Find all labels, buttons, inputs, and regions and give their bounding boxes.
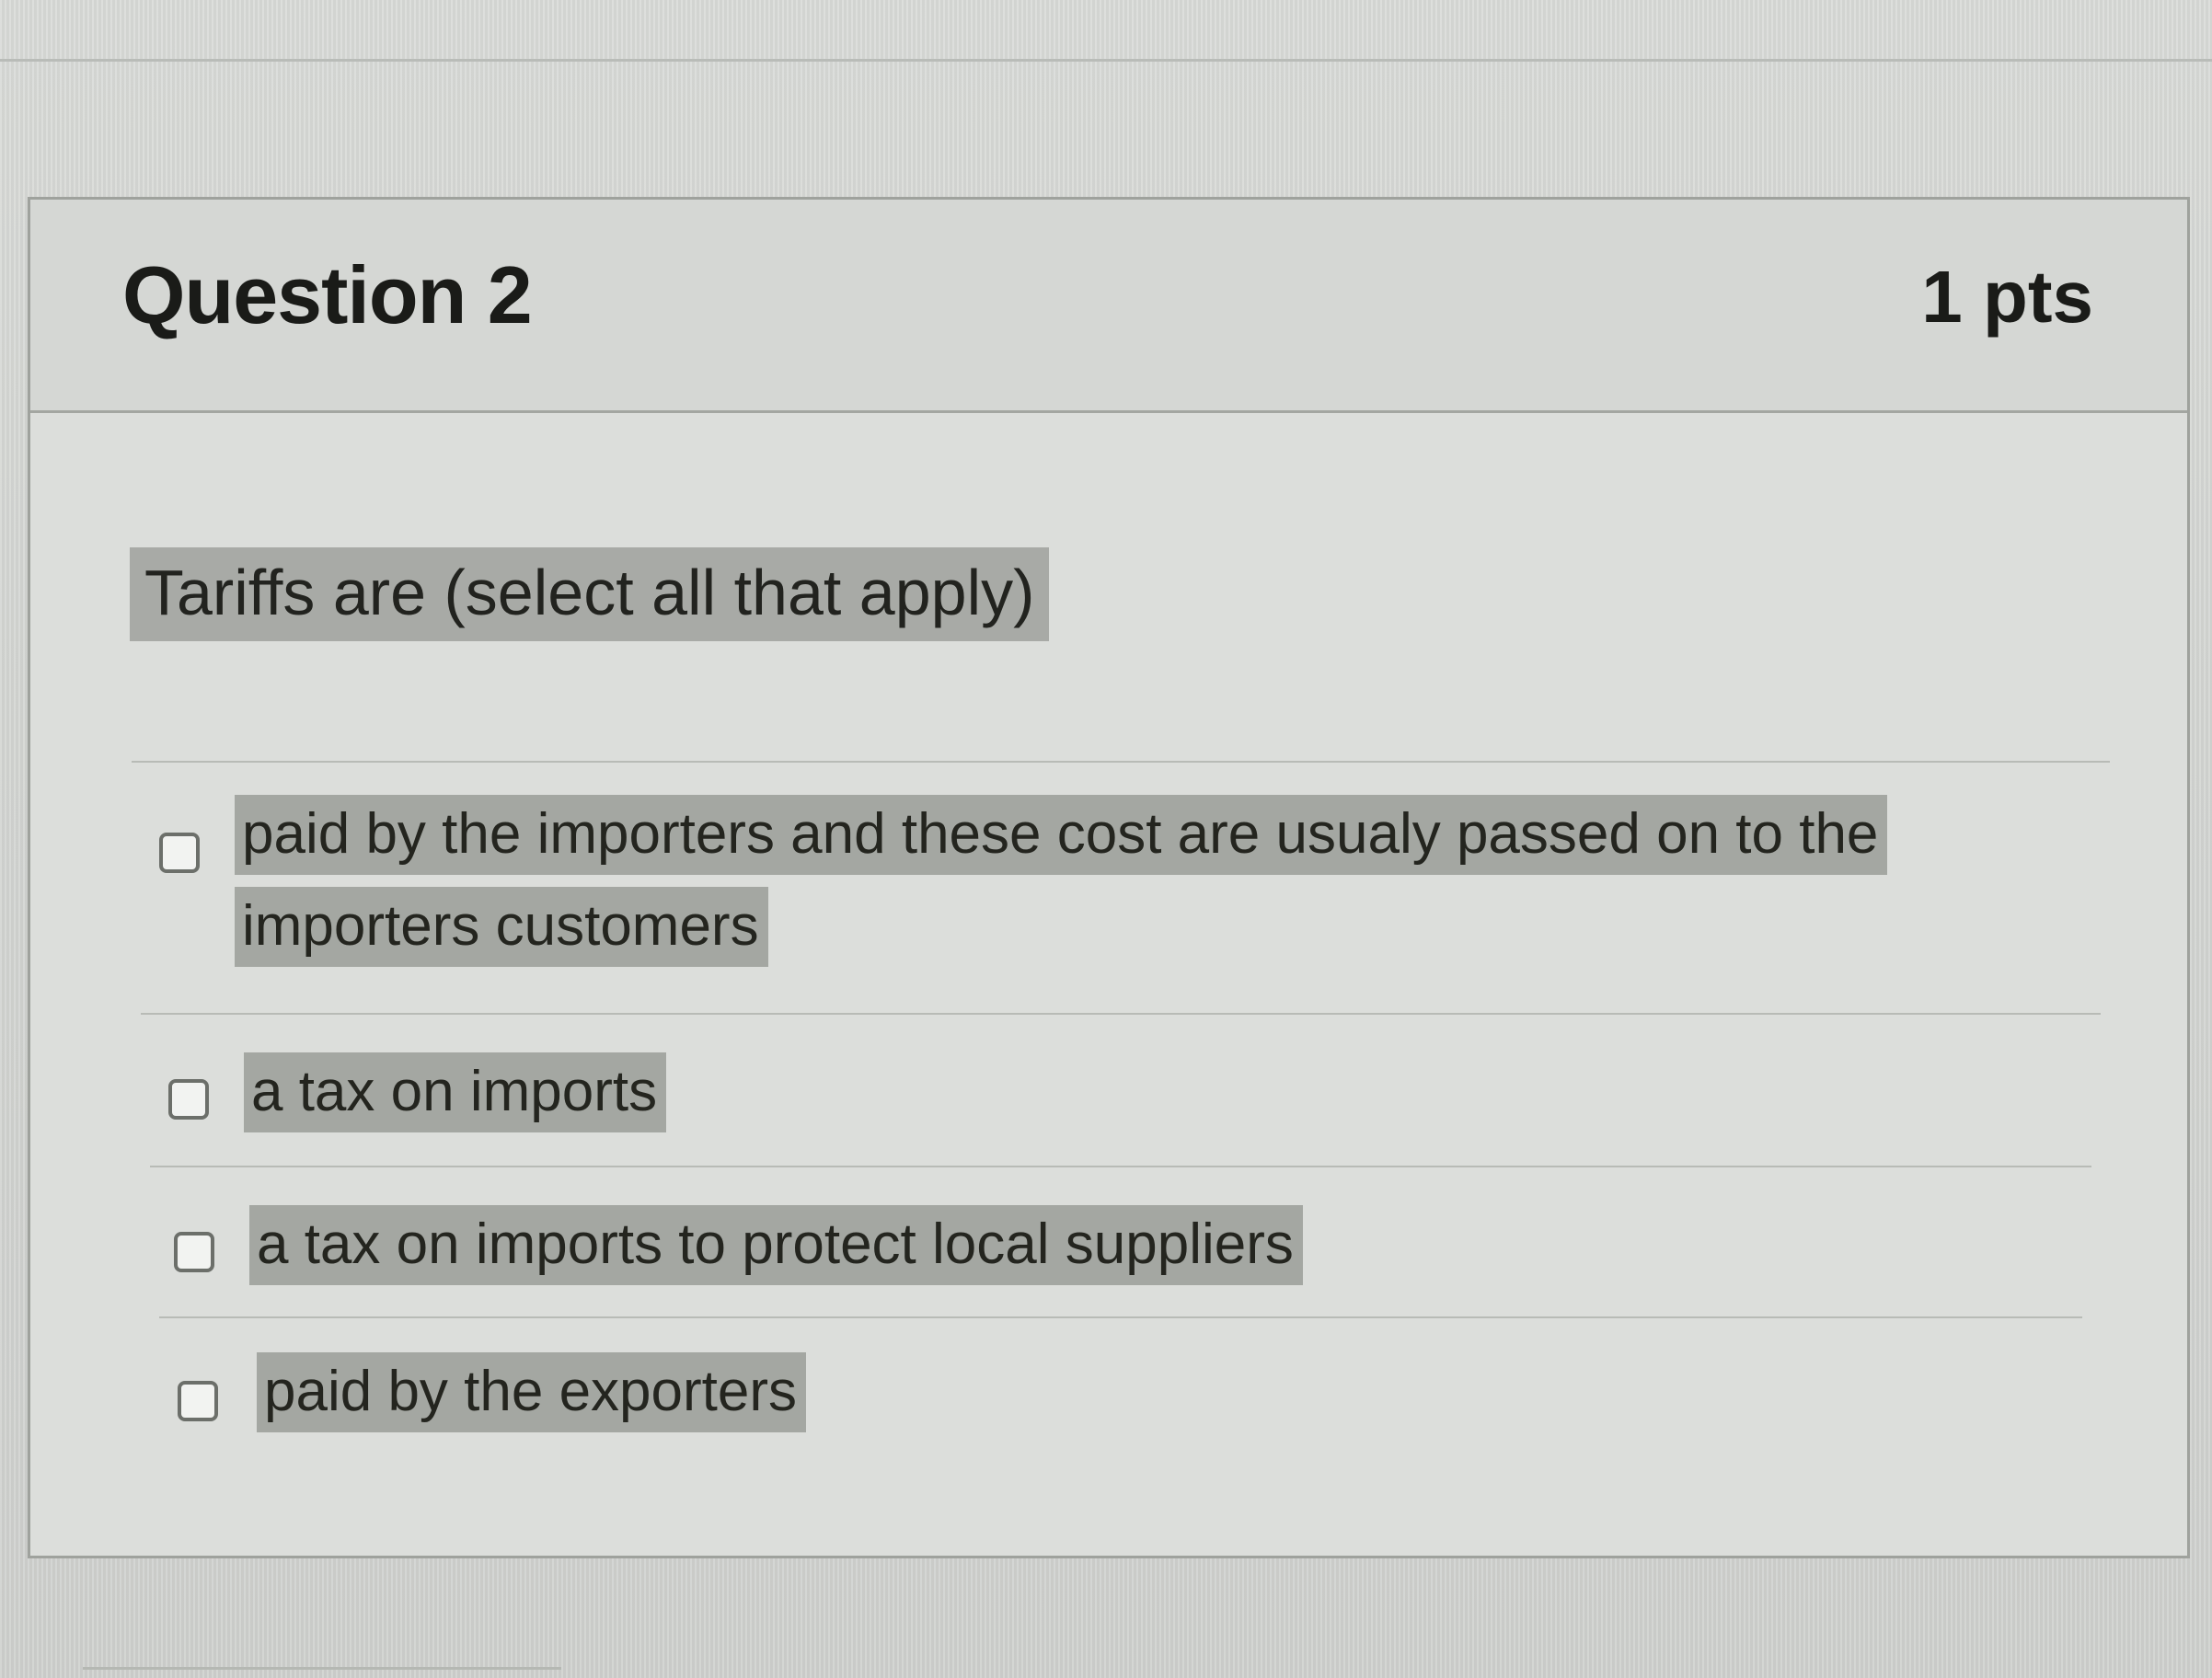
answer-option[interactable]: paid by the importers and these cost are… (159, 788, 2073, 972)
answer-checkbox[interactable] (178, 1381, 218, 1421)
answer-label[interactable]: a tax on imports to protect local suppli… (249, 1199, 1303, 1291)
answer-option[interactable]: a tax on imports to protect local suppli… (159, 1199, 2073, 1300)
page-bottom-divider (83, 1667, 561, 1670)
answer-divider (159, 1316, 2082, 1318)
answer-label[interactable]: paid by the exporters (257, 1346, 807, 1438)
question-card: Question 2 1 pts Tariffs are (select all… (28, 197, 2190, 1558)
answer-checkbox[interactable] (168, 1079, 209, 1120)
answer-divider (141, 1013, 2101, 1015)
question-points: 1 pts (1921, 256, 2093, 338)
answer-checkbox[interactable] (174, 1232, 214, 1272)
answer-checkbox[interactable] (159, 833, 200, 873)
question-prompt: Tariffs are (select all that apply) (130, 547, 1050, 641)
answer-option[interactable]: a tax on imports (159, 1046, 2073, 1147)
page-top-divider (0, 59, 2212, 62)
answer-divider (132, 761, 2110, 763)
question-title: Question 2 (122, 249, 533, 340)
answer-label[interactable]: paid by the importers and these cost are… (235, 788, 2075, 972)
answer-divider (150, 1166, 2091, 1167)
answer-label[interactable]: a tax on imports (244, 1046, 667, 1138)
answer-option[interactable]: paid by the exporters (159, 1346, 2073, 1447)
question-header: Question 2 1 pts (30, 200, 2187, 413)
